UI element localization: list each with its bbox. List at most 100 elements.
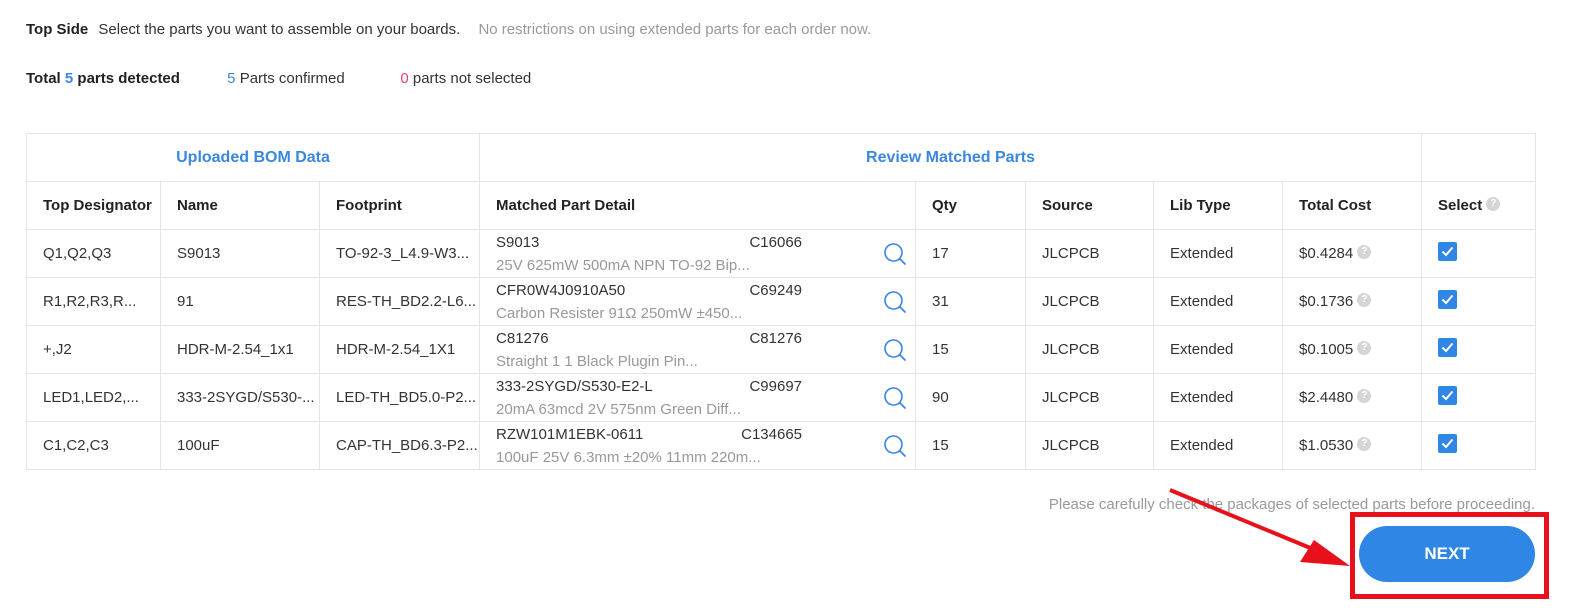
lib-type-cell: Extended [1153,421,1284,470]
col-detail: Matched Part Detail [479,181,917,230]
search-icon[interactable] [883,386,907,410]
source-cell: JLCPCB [1025,421,1155,470]
part-number: S9013 [496,233,540,251]
bom-table: Uploaded BOM Data Review Matched Parts T… [25,133,1537,470]
help-icon[interactable]: ? [1357,437,1372,451]
source-cell: JLCPCB [1025,229,1155,278]
col-source: Source [1025,181,1155,230]
parts-confirmed: 5 Parts confirmed [227,70,345,87]
total-cost-cell: $2.4480? [1282,373,1423,422]
part-description: 25V 625mW 500mA NPN TO-92 Bip... [496,256,750,274]
not-selected-count: 0 [400,70,409,87]
footprint-cell: LED-TH_BD5.0-P2... [318,373,481,422]
annotation-arrow-icon [1169,488,1350,566]
total-parts: Total 5 parts detected [26,70,180,87]
table-row: +,J2 HDR-M-2.54_1x1 HDR-M-2.54_1X1 C81276 C8… [26,325,1537,374]
side-label: Top Side [26,21,89,38]
total-cost-cell: $0.1736? [1282,277,1423,326]
qty-cell: 90 [915,373,1027,422]
select-checkbox[interactable] [1438,338,1458,357]
footprint-cell: HDR-M-2.54_1X1 [318,325,481,374]
select-cell [1421,277,1537,326]
table-row: Q1,Q2,Q3 S9013 TO-92-3_L4.9-W3... S9013 C160… [26,229,1537,278]
lib-type-cell: Extended [1153,229,1284,278]
parts-not-selected: 0 parts not selected [400,70,532,87]
search-icon[interactable] [883,290,907,314]
select-checkbox[interactable] [1438,434,1458,453]
source-cell: JLCPCB [1025,277,1155,326]
bom-table-wrapper: Uploaded BOM Data Review Matched Parts T… [25,133,1537,470]
confirmed-count: 5 [227,70,236,87]
part-number: 333-2SYGD/S530-E2-L [496,377,653,395]
name-cell: HDR-M-2.54_1x1 [160,325,320,374]
table-row: R1,R2,R3,R... 91 RES-TH_BD2.2-L6... CFR0W4J… [26,277,1537,326]
designator-cell: Q1,Q2,Q3 [26,229,161,278]
lib-type-cell: Extended [1153,373,1284,422]
part-description: Carbon Resister 91Ω 250mW ±450... [496,304,743,322]
help-icon[interactable]: ? [1357,341,1372,355]
header-note: No restrictions on using extended parts … [478,21,872,38]
name-cell: 91 [160,277,320,326]
select-cell [1421,229,1537,278]
part-description: 100uF 25V 6.3mm ±20% 11mm 220m... [496,448,761,466]
select-checkbox[interactable] [1438,290,1458,309]
help-icon[interactable]: ? [1486,197,1501,211]
column-header-row: Top Designator Name Footprint Matched Pa… [26,181,1537,230]
search-icon[interactable] [883,242,907,266]
matched-part-detail-cell: C81276 C81276 Straight 1 1 Black Plugin Pi… [479,325,917,374]
parts-summary: Total 5 parts detected 5 Parts confirmed… [26,70,531,87]
matched-part-detail-cell: RZW101M1EBK-0611 C134665 100uF 25V 6.3mm ±… [479,421,917,470]
qty-cell: 17 [915,229,1027,278]
name-cell: S9013 [160,229,320,278]
part-code: C81276 [749,329,803,347]
select-checkbox[interactable] [1438,242,1458,261]
lib-type-cell: Extended [1153,325,1284,374]
review-matched-header: Review Matched Parts [479,133,1423,182]
top-side-header: Top Side Select the parts you want to as… [26,21,871,38]
qty-cell: 15 [915,421,1027,470]
part-number: CFR0W4J0910A50 [496,281,626,299]
table-row: C1,C2,C3 100uF CAP-TH_BD6.3-P2... RZW101M1E… [26,421,1537,470]
empty-group-cell [1421,133,1537,182]
name-cell: 333-2SYGD/S530-... [160,373,320,422]
next-button[interactable]: NEXT [1359,526,1535,582]
col-qty: Qty [915,181,1027,230]
designator-cell: +,J2 [26,325,161,374]
qty-cell: 15 [915,325,1027,374]
select-cell [1421,421,1537,470]
footprint-cell: CAP-TH_BD6.3-P2... [318,421,481,470]
header-description: Select the parts you want to assemble on… [98,21,461,38]
help-icon[interactable]: ? [1357,293,1372,307]
source-cell: JLCPCB [1025,373,1155,422]
select-cell [1421,373,1537,422]
col-designator: Top Designator [26,181,161,230]
qty-cell: 31 [915,277,1027,326]
matched-part-detail-cell: S9013 C16066 25V 625mW 500mA NPN TO-92 Bip… [479,229,917,278]
select-cell [1421,325,1537,374]
search-icon[interactable] [883,434,907,458]
part-code: C99697 [749,377,803,395]
part-description: Straight 1 1 Black Plugin Pin... [496,352,698,370]
total-count: 5 [64,70,74,87]
uploaded-bom-header: Uploaded BOM Data [25,133,481,182]
source-cell: JLCPCB [1025,325,1155,374]
total-cost-cell: $0.4284? [1282,229,1423,278]
footprint-cell: RES-TH_BD2.2-L6... [318,277,481,326]
total-cost-cell: $0.1005? [1282,325,1423,374]
help-icon[interactable]: ? [1357,389,1372,403]
part-code: C134665 [741,425,803,443]
group-header-row: Uploaded BOM Data Review Matched Parts [25,133,1537,182]
lib-type-cell: Extended [1153,277,1284,326]
col-total-cost: Total Cost [1282,181,1423,230]
select-checkbox[interactable] [1438,386,1458,405]
col-footprint: Footprint [318,181,481,230]
part-code: C16066 [749,233,803,251]
help-icon[interactable]: ? [1357,245,1372,259]
col-lib-type: Lib Type [1153,181,1284,230]
search-icon[interactable] [883,338,907,362]
part-number: C81276 [496,329,549,347]
part-code: C69249 [749,281,803,299]
part-description: 20mA 63mcd 2V 575nm Green Diff... [496,400,741,418]
name-cell: 100uF [160,421,320,470]
col-name: Name [160,181,320,230]
